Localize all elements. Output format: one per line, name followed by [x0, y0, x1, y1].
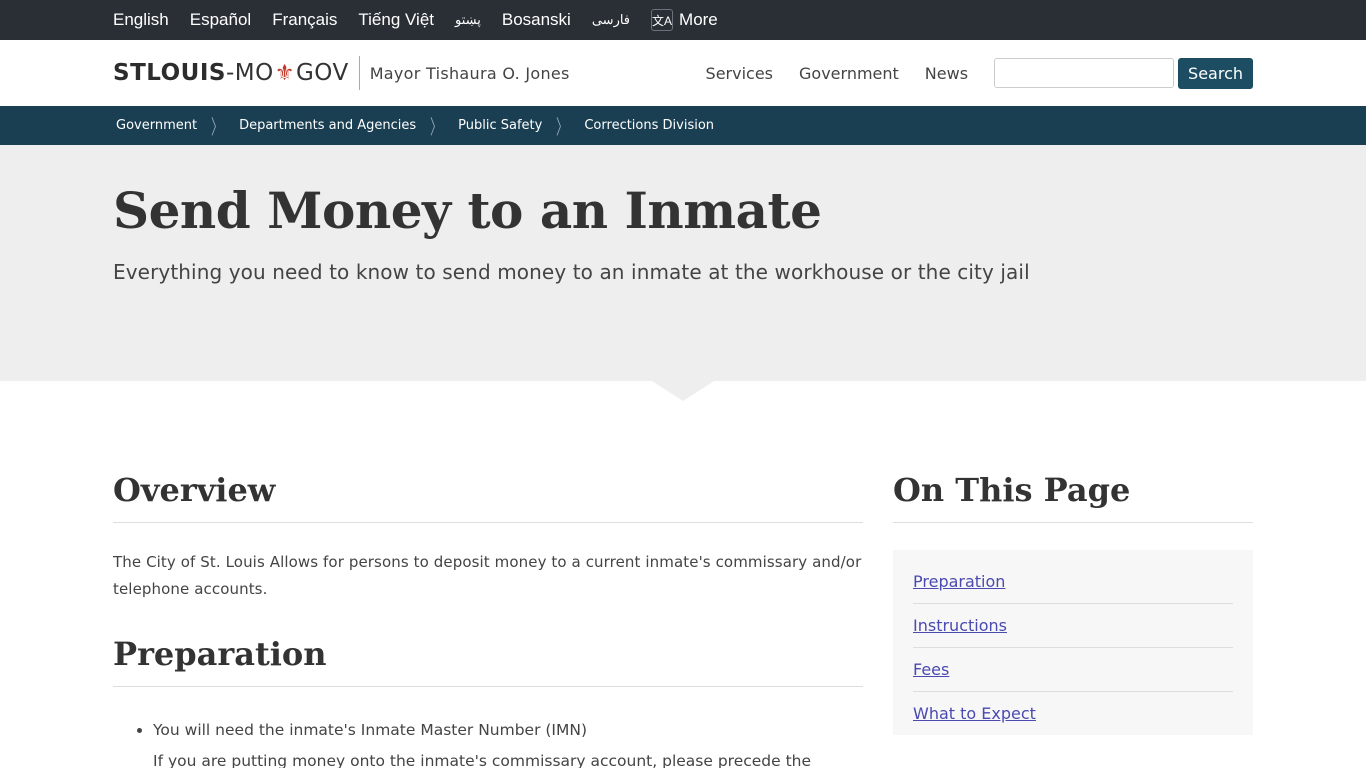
breadcrumb: Government 〉 Departments and Agencies 〉 … — [0, 106, 1366, 145]
more-label: More — [679, 10, 718, 29]
list-item: You will need the inmate's Inmate Master… — [153, 717, 863, 744]
overview-heading: Overview — [113, 472, 863, 524]
main-content: Overview The City of St. Louis Allows fo… — [113, 472, 863, 768]
logo-divider — [358, 56, 360, 90]
site-logo[interactable]: STLOUIS -MO ⚜ GOV — [113, 60, 349, 86]
logo-mo: -MO — [225, 60, 274, 86]
lang-english[interactable]: English — [113, 10, 169, 30]
overview-text: The City of St. Louis Allows for persons… — [113, 553, 862, 599]
chevron-right-icon: 〉 — [430, 115, 443, 139]
lang-francais[interactable]: Français — [272, 10, 337, 30]
language-bar: English Español Français Tiếng Việt پښتو… — [0, 0, 1366, 40]
breadcrumb-corrections[interactable]: Corrections Division — [584, 118, 714, 133]
toc-link-what-to-expect[interactable]: What to Expect — [913, 692, 1233, 735]
breadcrumb-government[interactable]: Government — [116, 118, 197, 133]
logo-gov: GOV — [295, 60, 349, 86]
nav-services[interactable]: Services — [706, 64, 773, 83]
site-header: STLOUIS -MO ⚜ GOV Mayor Tishaura O. Jone… — [0, 40, 1366, 106]
preparation-continuation: If you are putting money onto the inmate… — [153, 752, 812, 768]
toc-link-instructions[interactable]: Instructions — [913, 604, 1233, 649]
search-input[interactable] — [994, 58, 1175, 88]
search-button[interactable]: Search — [1178, 57, 1253, 89]
fleur-de-lis-icon: ⚜ — [274, 60, 295, 86]
nav-government[interactable]: Government — [799, 64, 899, 83]
toc-link-fees[interactable]: Fees — [913, 648, 1233, 693]
sidebar-heading: On This Page — [893, 472, 1253, 524]
lang-espanol[interactable]: Español — [190, 10, 251, 30]
breadcrumb-departments[interactable]: Departments and Agencies — [239, 118, 416, 133]
lang-pashto[interactable]: پښتو — [455, 12, 481, 28]
chevron-right-icon: 〉 — [211, 115, 224, 139]
mayor-name[interactable]: Mayor Tishaura O. Jones — [370, 64, 570, 83]
lang-vietnamese[interactable]: Tiếng Việt — [358, 10, 434, 30]
page-title: Send Money to an Inmate — [113, 181, 822, 240]
nav-news[interactable]: News — [925, 64, 968, 83]
page-hero: Send Money to an Inmate Everything you n… — [0, 145, 1366, 401]
lang-more-button[interactable]: 文A More — [651, 9, 718, 31]
preparation-list: You will need the inmate's Inmate Master… — [113, 717, 863, 744]
lang-bosanski[interactable]: Bosanski — [502, 10, 571, 30]
preparation-heading: Preparation — [113, 637, 863, 688]
logo-stlouis: STLOUIS — [113, 60, 226, 86]
translate-icon: 文A — [651, 9, 674, 31]
hero-pointer — [652, 381, 714, 401]
content-area: Overview The City of St. Louis Allows fo… — [0, 381, 1366, 768]
sidebar: On This Page Preparation Instructions Fe… — [893, 472, 1253, 768]
breadcrumb-public-safety[interactable]: Public Safety — [458, 118, 542, 133]
toc-link-preparation[interactable]: Preparation — [913, 560, 1233, 605]
chevron-right-icon: 〉 — [556, 115, 569, 139]
main-nav: Services Government News Search — [706, 57, 1253, 89]
page-subtitle: Everything you need to know to send mone… — [113, 260, 1030, 284]
table-of-contents: Preparation Instructions Fees What to Ex… — [893, 550, 1253, 736]
lang-farsi[interactable]: فارسی — [592, 12, 630, 28]
